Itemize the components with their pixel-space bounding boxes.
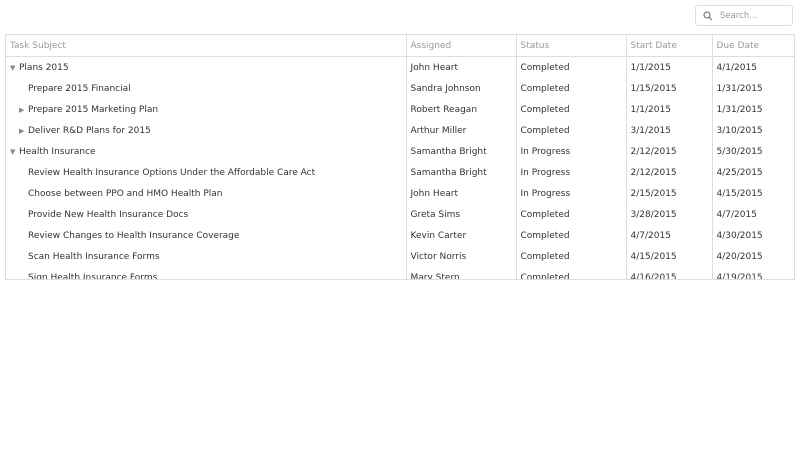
cell-status: Completed — [515, 267, 626, 279]
cell-status: Completed — [515, 225, 626, 246]
cell-due-date: 3/10/2015 — [711, 120, 794, 141]
task-subject: Sign Health Insurance Forms — [28, 272, 158, 280]
cell-start-date: 1/15/2015 — [625, 78, 712, 99]
cell-assigned: Sandra Johnson — [405, 78, 516, 99]
cell-status: In Progress — [515, 183, 626, 204]
cell-due-date: 4/19/2015 — [711, 267, 794, 279]
cell-due-date: 4/30/2015 — [711, 225, 794, 246]
cell-due-date: 4/25/2015 — [711, 162, 794, 183]
cell-task-subject: Sign Health Insurance Forms — [6, 267, 406, 280]
task-subject: Choose between PPO and HMO Health Plan — [28, 188, 223, 199]
cell-due-date: 1/31/2015 — [711, 99, 794, 120]
cell-due-date: 1/31/2015 — [711, 78, 794, 99]
cell-task-subject: Scan Health Insurance Forms — [6, 246, 406, 267]
column-header-status[interactable]: Status — [515, 35, 626, 57]
search-icon — [703, 10, 713, 20]
cell-task-subject: ▼ Plans 2015 — [6, 57, 406, 79]
table-row[interactable]: ▼ Health Insurance Samantha Bright In Pro… — [6, 141, 794, 162]
cell-assigned: Samantha Bright — [405, 141, 516, 162]
table-row[interactable]: ▶ Deliver R&D Plans for 2015 Arthur Mille… — [6, 120, 794, 141]
cell-status: Completed — [515, 204, 626, 225]
column-header-assigned[interactable]: Assigned — [405, 35, 516, 57]
cell-due-date: 4/1/2015 — [711, 56, 794, 78]
cell-task-subject: Prepare 2015 Financial — [6, 78, 406, 99]
expand-arrow-icon[interactable]: ▶ — [19, 106, 28, 114]
column-header-task-subject[interactable]: Task Subject — [6, 35, 406, 57]
cell-task-subject: ▶ Deliver R&D Plans for 2015 — [6, 120, 406, 141]
cell-assigned: Mary Stern — [405, 267, 516, 279]
cell-assigned: Kevin Carter — [405, 225, 516, 246]
cell-due-date: 4/15/2015 — [711, 183, 794, 204]
table-row[interactable]: ▶ Prepare 2015 Marketing Plan Robert Reag… — [6, 99, 794, 120]
table-row[interactable]: Review Changes to Health Insurance Cover… — [6, 225, 794, 246]
cell-start-date: 4/15/2015 — [625, 246, 712, 267]
task-subject: Prepare 2015 Marketing Plan — [28, 104, 159, 115]
cell-task-subject: ▼ Health Insurance — [6, 141, 406, 162]
cell-start-date: 1/1/2015 — [625, 56, 712, 78]
cell-task-subject: ▶ Prepare 2015 Marketing Plan — [6, 99, 406, 120]
cell-start-date: 2/15/2015 — [625, 183, 712, 204]
cell-start-date: 2/12/2015 — [625, 162, 712, 183]
cell-start-date: 3/1/2015 — [625, 120, 712, 141]
tree-list: Task Subject Assigned Status Start Date … — [5, 34, 795, 280]
cell-assigned: Samantha Bright — [405, 162, 516, 183]
task-subject: Review Changes to Health Insurance Cover… — [28, 230, 240, 241]
column-header-due-date[interactable]: Due Date — [711, 35, 794, 57]
table-row[interactable]: ▼ Plans 2015 John Heart Completed 1/1/201… — [6, 56, 794, 79]
table-row[interactable]: Review Health Insurance Options Under th… — [6, 162, 794, 183]
cell-status: In Progress — [515, 141, 626, 162]
expand-arrow-icon[interactable]: ▶ — [19, 127, 28, 135]
cell-start-date: 2/12/2015 — [625, 141, 712, 162]
task-subject: Deliver R&D Plans for 2015 — [28, 125, 151, 136]
cell-status: Completed — [515, 78, 626, 99]
task-subject: Prepare 2015 Financial — [28, 83, 131, 94]
cell-status: Completed — [515, 99, 626, 120]
task-subject: Plans 2015 — [19, 62, 69, 73]
cell-start-date: 3/28/2015 — [625, 204, 712, 225]
column-header-start-date[interactable]: Start Date — [625, 35, 712, 57]
cell-assigned: Robert Reagan — [405, 99, 516, 120]
cell-task-subject: Review Changes to Health Insurance Cover… — [6, 225, 406, 246]
cell-status: Completed — [515, 120, 626, 141]
task-subject: Scan Health Insurance Forms — [28, 251, 160, 262]
cell-status: In Progress — [515, 162, 626, 183]
task-subject: Health Insurance — [19, 146, 96, 157]
task-subject: Review Health Insurance Options Under th… — [28, 167, 316, 178]
cell-assigned: Victor Norris — [405, 246, 516, 267]
cell-due-date: 5/30/2015 — [711, 141, 794, 162]
cell-task-subject: Choose between PPO and HMO Health Plan — [6, 183, 406, 204]
table-row[interactable]: Scan Health Insurance Forms Victor Norri… — [6, 246, 794, 267]
table-row[interactable]: Provide New Health Insurance Docs Greta … — [6, 204, 794, 225]
search-box[interactable] — [695, 5, 793, 26]
search-input[interactable] — [718, 9, 792, 22]
task-subject: Provide New Health Insurance Docs — [28, 209, 189, 220]
table-row[interactable]: Sign Health Insurance Forms Mary Stern C… — [6, 267, 794, 280]
cell-assigned: Arthur Miller — [405, 120, 516, 141]
cell-assigned: John Heart — [405, 183, 516, 204]
cell-task-subject: Provide New Health Insurance Docs — [6, 204, 406, 225]
cell-status: Completed — [515, 56, 626, 78]
cell-start-date: 1/1/2015 — [625, 99, 712, 120]
collapse-arrow-icon[interactable]: ▼ — [10, 148, 19, 156]
cell-start-date: 4/16/2015 — [625, 267, 712, 279]
header-row: Task Subject Assigned Status Start Date … — [6, 35, 794, 57]
collapse-arrow-icon[interactable]: ▼ — [10, 64, 19, 72]
table-row[interactable]: Prepare 2015 Financial Sandra Johnson Co… — [6, 78, 794, 99]
cell-start-date: 4/7/2015 — [625, 225, 712, 246]
table-row[interactable]: Choose between PPO and HMO Health Plan J… — [6, 183, 794, 204]
cell-assigned: Greta Sims — [405, 204, 516, 225]
cell-task-subject: Review Health Insurance Options Under th… — [6, 162, 406, 183]
cell-due-date: 4/7/2015 — [711, 204, 794, 225]
cell-status: Completed — [515, 246, 626, 267]
cell-assigned: John Heart — [405, 56, 516, 78]
cell-due-date: 4/20/2015 — [711, 246, 794, 267]
